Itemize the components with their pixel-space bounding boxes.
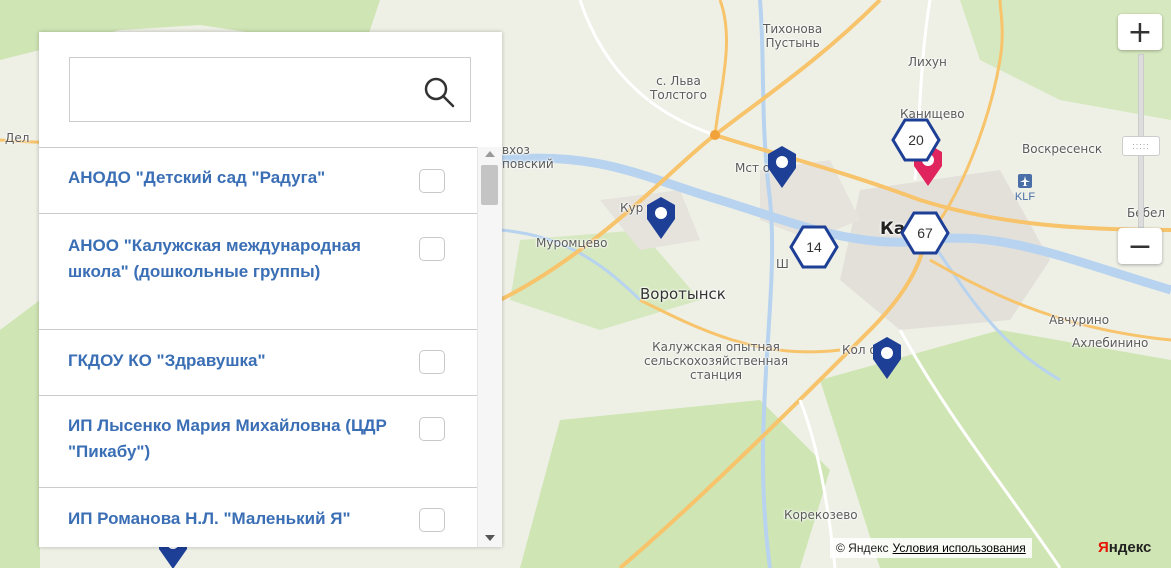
logo-rest: ндекс <box>1108 539 1152 556</box>
search-input[interactable] <box>70 58 410 121</box>
list-scrollbar[interactable] <box>477 147 502 547</box>
list-item[interactable]: ИП Лысенко Мария Михайловна (ЦДР "Пикабу… <box>39 396 477 488</box>
list-item[interactable]: АНОДО "Детский сад "Радуга" <box>39 148 477 214</box>
logo-first-letter: Я <box>1098 539 1109 556</box>
zoom-in-button[interactable]: + <box>1118 14 1162 50</box>
scroll-down-arrow-icon[interactable] <box>485 535 495 541</box>
cluster-count: 14 <box>806 239 822 255</box>
place-label-del: Дел <box>5 131 30 145</box>
place-label-opytnaya: Калужская опытная сельскохозяйственная ста… <box>644 340 789 382</box>
organization-list[interactable]: АНОДО "Детский сад "Радуга" АНОО "Калужс… <box>39 147 477 548</box>
list-item-checkbox[interactable] <box>419 350 445 374</box>
airport-code: KLF <box>1014 191 1036 203</box>
list-item[interactable]: АНОО "Калужская международная школа" (до… <box>39 214 477 330</box>
place-label-avchurino: Авчурино <box>1049 313 1110 327</box>
search-box <box>69 57 471 122</box>
scroll-up-arrow-icon[interactable] <box>485 151 495 157</box>
map-cluster[interactable]: 14 <box>789 225 839 269</box>
place-label-vorotynsk: Воротынск <box>640 285 726 303</box>
map-marker-pin[interactable] <box>869 335 905 381</box>
map-cluster[interactable]: 67 <box>900 211 950 255</box>
zoom-control: ::::: + − <box>1118 14 1164 264</box>
map-marker-pin[interactable] <box>643 195 679 241</box>
place-label-lihun: Лихун <box>908 55 947 69</box>
cluster-count: 67 <box>917 225 933 241</box>
list-item[interactable]: ГКДОУ КО "Здравушка" <box>39 330 477 396</box>
map-marker-pin[interactable] <box>764 144 800 190</box>
list-item-label[interactable]: ИП Романова Н.Л. "Маленький Я" <box>68 506 407 532</box>
list-item-checkbox[interactable] <box>419 237 445 261</box>
airport-marker: KLF <box>1012 174 1038 203</box>
zoom-out-button[interactable]: − <box>1118 228 1162 264</box>
place-label-muromtsevo: Муромцево <box>536 236 608 250</box>
place-label-voskresenskoe: Воскресенск <box>1022 142 1103 156</box>
place-label-korekozevo: Корекозево <box>784 508 858 522</box>
cluster-count: 20 <box>908 132 924 148</box>
map-copyright: © Яндекс Условия использования <box>830 538 1032 558</box>
list-item-checkbox[interactable] <box>419 508 445 532</box>
organization-list-panel: АНОДО "Детский сад "Радуга" АНОО "Калужс… <box>39 32 502 547</box>
scrollbar-thumb[interactable] <box>481 165 498 205</box>
search-icon[interactable] <box>422 75 456 109</box>
yandex-logo[interactable]: Яндекс <box>1098 539 1151 556</box>
copyright-text: © Яндекс <box>836 541 889 555</box>
list-item-checkbox[interactable] <box>419 417 445 441</box>
place-label-tikhonova: Тихонова Пустынь <box>763 22 823 50</box>
list-item-label[interactable]: ИП Лысенко Мария Михайловна (ЦДР "Пикабу… <box>68 413 407 465</box>
place-label-sovkhoz: вхоз повский <box>502 143 554 171</box>
map-cluster[interactable]: 20 <box>891 118 941 162</box>
terms-of-use-link[interactable]: Условия использования <box>893 541 1026 555</box>
list-item-label[interactable]: АНОО "Калужская международная школа" (до… <box>68 233 407 285</box>
place-label-tolstogo: с. Льва Толстого <box>650 74 707 102</box>
airport-icon <box>1018 174 1032 188</box>
map[interactable]: Тихонова Пустынь Лихун с. Льва Толстого Ка… <box>0 0 1171 568</box>
place-label-shemyakino: Ш <box>776 257 789 271</box>
list-item-label[interactable]: АНОДО "Детский сад "Радуга" <box>68 165 407 191</box>
zoom-slider-handle[interactable]: ::::: <box>1122 136 1160 156</box>
list-item[interactable]: ИП Романова Н.Л. "Маленький Я" <box>39 488 477 548</box>
list-item-label[interactable]: ГКДОУ КО "Здравушка" <box>68 348 407 374</box>
place-label-akhlebinino: Ахлебинино <box>1072 336 1149 350</box>
list-item-checkbox[interactable] <box>419 169 445 193</box>
